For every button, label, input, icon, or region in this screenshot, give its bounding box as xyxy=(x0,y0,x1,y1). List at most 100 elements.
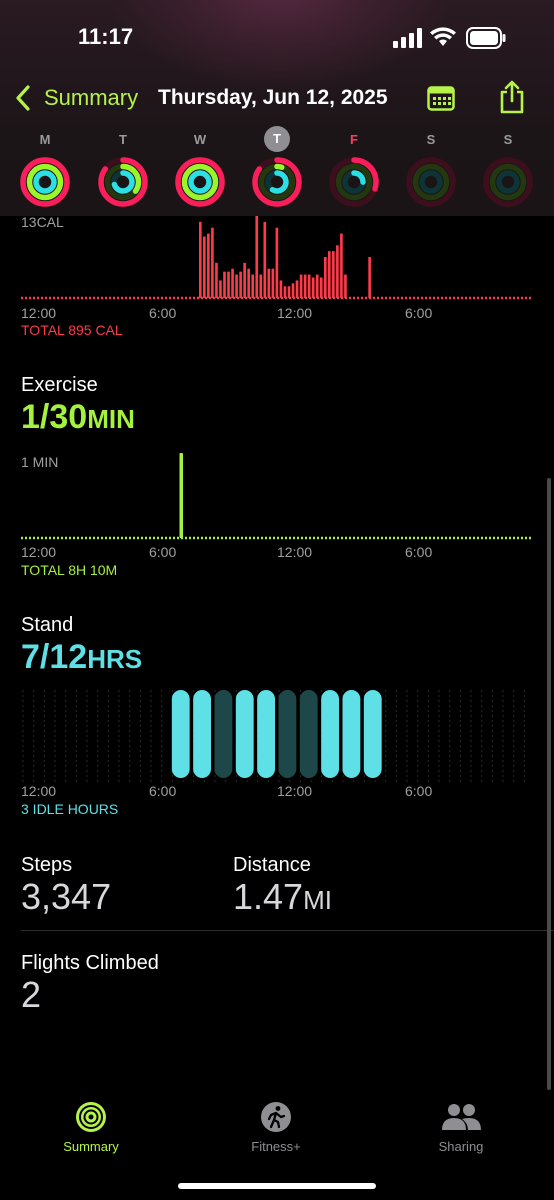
stand-hour-bar xyxy=(171,690,190,778)
move-bar xyxy=(251,274,255,298)
day-letter: T xyxy=(264,126,290,152)
wifi-icon xyxy=(430,27,456,46)
exercise-axis-2: 12:00 xyxy=(277,544,313,560)
move-bar xyxy=(368,257,371,298)
stand-axis-2: 12:00 xyxy=(277,783,313,799)
cellular-signal-icon xyxy=(393,28,422,48)
exercise-value-number: 1/30 xyxy=(21,398,88,436)
day-letter: M xyxy=(39,132,51,147)
scrollbar[interactable] xyxy=(547,478,551,1090)
page-title: Thursday, Jun 12, 2025 xyxy=(158,86,388,109)
stand-value-number: 7/12 xyxy=(21,638,88,676)
exercise-title: Exercise xyxy=(21,374,98,396)
stand-hour-bar xyxy=(193,690,211,778)
runner-icon xyxy=(261,1102,291,1132)
share-icon[interactable] xyxy=(499,80,525,114)
day-5[interactable]: S xyxy=(404,130,458,207)
move-bar xyxy=(223,271,226,298)
stand-hour-bar xyxy=(278,690,297,778)
day-letter: T xyxy=(119,132,127,147)
move-bar xyxy=(340,233,343,298)
exercise-axis-1: 6:00 xyxy=(149,544,177,560)
exercise-total: TOTAL 8H 10M xyxy=(21,562,118,578)
tab-summary[interactable]: Summary xyxy=(31,1100,151,1154)
move-bar xyxy=(332,251,335,298)
steps-title: Steps xyxy=(21,854,73,876)
day-1[interactable]: T xyxy=(96,130,150,207)
calendar-icon[interactable] xyxy=(427,85,455,111)
move-bar xyxy=(311,277,315,298)
day-letter: W xyxy=(193,132,207,147)
move-bar xyxy=(203,236,206,298)
move-bar xyxy=(215,262,218,298)
distance-value-unit: MI xyxy=(303,885,332,915)
move-axis-3: 6:00 xyxy=(405,305,433,321)
navigation-bar: Summary Thursday, Jun 12, 2025 xyxy=(0,80,554,120)
exercise-bar xyxy=(179,453,183,538)
back-button-label: Summary xyxy=(44,85,139,110)
move-bar xyxy=(243,262,246,298)
activity-rings-icon xyxy=(98,157,148,207)
stand-value: 7/12HRS xyxy=(21,638,142,677)
move-bar xyxy=(219,280,222,298)
tab-bar: Summary Fitness+ Sharing xyxy=(0,1090,554,1170)
stand-title: Stand xyxy=(21,614,74,636)
home-indicator xyxy=(178,1183,376,1189)
stand-hour-bar xyxy=(342,690,361,778)
stand-axis-1: 6:00 xyxy=(149,783,177,799)
stand-hour-bar xyxy=(321,690,339,778)
distance-value-number: 1.47 xyxy=(233,876,304,917)
exercise-value-unit: MIN xyxy=(87,404,135,434)
move-chart xyxy=(21,216,533,300)
chevron-left-icon xyxy=(16,85,30,111)
move-bar xyxy=(283,286,287,298)
move-axis-2: 12:00 xyxy=(277,305,313,321)
day-4[interactable]: F xyxy=(327,130,381,207)
day-letter: S xyxy=(426,132,436,147)
day-letter: F xyxy=(350,132,358,147)
day-0[interactable]: M xyxy=(18,130,72,207)
stand-hour-bar xyxy=(235,690,254,778)
exercise-axis-3: 6:00 xyxy=(405,544,433,560)
move-bar xyxy=(227,271,230,298)
move-bar xyxy=(239,271,242,298)
move-bar xyxy=(235,274,238,298)
move-bar xyxy=(323,257,327,298)
move-bar xyxy=(231,268,234,298)
tab-sharing[interactable]: Sharing xyxy=(401,1100,521,1154)
tab-fitness-plus[interactable]: Fitness+ xyxy=(216,1100,336,1154)
stand-chart xyxy=(22,690,525,782)
day-3[interactable]: T xyxy=(250,126,304,207)
move-bar xyxy=(275,227,279,298)
move-bar xyxy=(295,280,299,298)
distance-value: 1.47MI xyxy=(233,876,332,918)
exercise-value: 1/30MIN xyxy=(21,398,135,437)
activity-rings-icon xyxy=(76,1102,106,1132)
stand-hour-bar xyxy=(214,690,233,778)
activity-rings-icon xyxy=(252,157,302,207)
day-6[interactable]: S xyxy=(481,130,535,207)
people-icon xyxy=(442,1104,481,1130)
activity-rings-icon xyxy=(406,157,456,207)
day-2[interactable]: W xyxy=(173,130,227,207)
move-bar xyxy=(259,274,263,298)
stand-hour-bar xyxy=(299,690,318,778)
stand-hour-bar xyxy=(257,690,275,778)
exercise-axis-0: 12:00 xyxy=(21,544,57,560)
tab-fitness-plus-label: Fitness+ xyxy=(251,1139,301,1154)
stand-hour-bar xyxy=(363,690,382,778)
move-bar xyxy=(247,268,250,298)
move-axis-0: 12:00 xyxy=(21,305,57,321)
move-bar xyxy=(315,274,319,298)
move-bar xyxy=(291,283,295,298)
stand-value-unit: HRS xyxy=(87,644,143,674)
stand-idle-hours: 3 IDLE HOURS xyxy=(21,801,119,817)
move-bar xyxy=(307,274,311,298)
distance-title: Distance xyxy=(233,854,311,876)
activity-rings-icon xyxy=(329,157,379,207)
activity-rings-icon xyxy=(20,157,70,207)
status-bar: 11:17 xyxy=(0,22,554,54)
back-button[interactable]: Summary xyxy=(14,84,138,112)
battery-icon xyxy=(466,27,506,49)
move-axis-1: 6:00 xyxy=(149,305,177,321)
